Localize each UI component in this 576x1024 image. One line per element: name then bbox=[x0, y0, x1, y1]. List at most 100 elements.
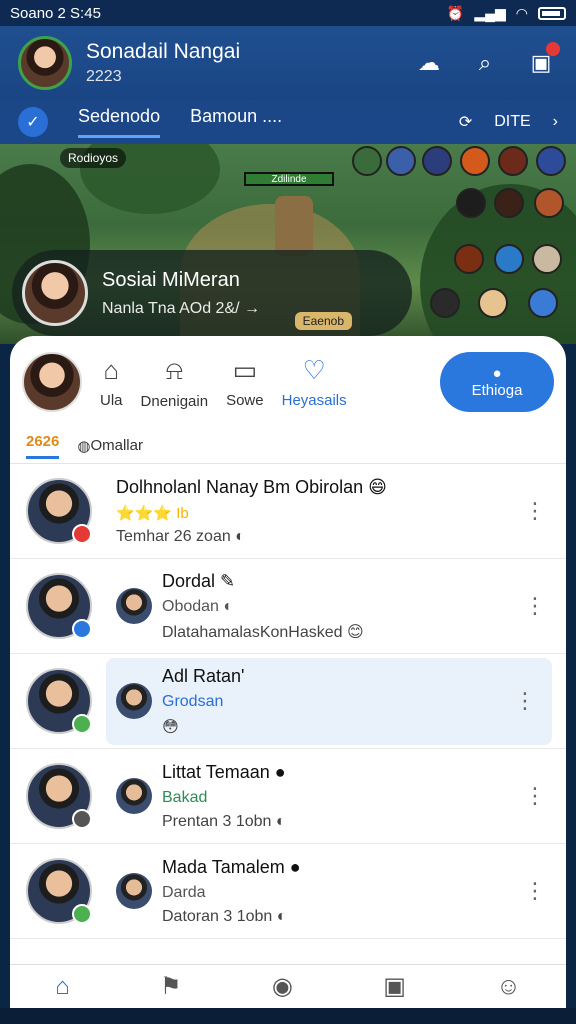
sub-filter-row: 2626 ◍ Omallar bbox=[10, 428, 566, 464]
app-header: Sonadail Nangai 2223 ☁ ⌕ ▣ bbox=[0, 26, 576, 100]
game-skill-icon bbox=[478, 288, 508, 318]
live-streamer-card[interactable]: Sosiai MiMeran Nanla Tna AOd 2&/ → Eaeno… bbox=[12, 250, 412, 336]
list-item[interactable]: Dordal ✎ Obodan ◐ DlatahamalasKonHasked … bbox=[10, 559, 566, 654]
list-item[interactable]: Mada Tamalem ● Darda Datoran 3 1obn ◐ ⋮ bbox=[10, 844, 566, 939]
tab-second[interactable]: Bamoun .... bbox=[190, 106, 282, 138]
panel-avatar[interactable] bbox=[22, 352, 82, 412]
more-options-icon[interactable]: ⋮ bbox=[518, 783, 552, 809]
friends-panel: ⌂ Ula ⍾ Dnenigain ▭ Sowe ♡ Heyasails ● E… bbox=[10, 336, 566, 976]
search-button[interactable]: ⌕ bbox=[468, 46, 502, 80]
stream-tag: Eaenob bbox=[294, 312, 352, 330]
user-icon: ● bbox=[492, 365, 502, 382]
list-item[interactable]: Adl Ratan' Grodsan 😳 ⋮ bbox=[10, 654, 566, 749]
nav-item-messages[interactable]: ▭ Sowe bbox=[226, 355, 264, 409]
friend-avatar bbox=[26, 668, 92, 734]
globe-icon: ◍ bbox=[77, 437, 91, 455]
friend-avatar bbox=[26, 478, 92, 544]
primary-profile-button[interactable]: ● Ethioga bbox=[440, 352, 554, 412]
game-skill-icon bbox=[528, 288, 558, 318]
friend-status: Obodan ◐ bbox=[162, 597, 234, 615]
filter-link[interactable]: Omallar bbox=[90, 437, 143, 454]
list-item[interactable]: Dolhnolanl Nanay Bm Obirolan 😄 ⭐⭐⭐ Ib Te… bbox=[10, 464, 566, 559]
mini-avatar bbox=[116, 683, 152, 719]
friend-name: Mada Tamalem ● bbox=[162, 856, 301, 877]
friend-meta: Prentan 3 1obn ◐ bbox=[162, 812, 286, 830]
home-icon: ⌂ bbox=[103, 355, 120, 385]
list-item[interactable]: Littat Temaan ● Bakad Prentan 3 1obn ◐ ⋮ bbox=[10, 749, 566, 844]
game-stream-preview[interactable]: Rodioyos Zdilinde Sosiai MiMeran Nanla T… bbox=[0, 144, 576, 344]
camera-icon[interactable]: ◉ bbox=[272, 972, 293, 1001]
ghost-icon: ☁ bbox=[418, 50, 440, 75]
nav-item-label: Dnenigain bbox=[140, 392, 209, 410]
friend-meta: Datoran 3 1obn ◐ bbox=[162, 907, 287, 925]
profile-name: Sonadail Nangai bbox=[86, 40, 241, 63]
notification-badge bbox=[546, 42, 560, 56]
streamer-name: Sosiai MiMeran bbox=[102, 268, 240, 291]
friend-name: Adl Ratan' bbox=[162, 665, 245, 686]
chevron-right-icon[interactable]: › bbox=[553, 113, 558, 131]
game-skill-icon bbox=[460, 146, 490, 176]
nav-item-home[interactable]: ⌂ Ula bbox=[100, 355, 123, 409]
friend-name: Dolhnolanl Nanay Bm Obirolan 😄 bbox=[116, 476, 387, 497]
status-bar: Soano 2 S:45 ⏰ ▂▄▆ ◠ bbox=[0, 0, 576, 26]
game-skill-icon bbox=[532, 244, 562, 274]
game-skill-icon bbox=[422, 146, 452, 176]
friend-name: Littat Temaan ● bbox=[162, 761, 286, 782]
nav-item-label: Heyasails bbox=[281, 392, 347, 409]
primary-button-label: Ethioga bbox=[471, 382, 523, 399]
friend-avatar bbox=[26, 858, 92, 924]
flag-icon[interactable]: ⚑ bbox=[160, 972, 182, 1001]
friend-meta: DlatahamalasKonHasked 😊 bbox=[162, 623, 364, 641]
bell-icon: ⍾ bbox=[165, 354, 183, 385]
status-badge bbox=[72, 904, 92, 924]
refresh-icon[interactable]: ⟳ bbox=[459, 112, 472, 132]
tab-first[interactable]: Sedenodo bbox=[78, 106, 161, 138]
more-options-icon[interactable]: ⋮ bbox=[518, 878, 552, 904]
tab-right-label[interactable]: DITE bbox=[494, 113, 530, 131]
search-icon: ⌕ bbox=[478, 50, 492, 75]
friend-avatar bbox=[26, 763, 92, 829]
game-skill-icon bbox=[430, 288, 460, 318]
status-badge bbox=[72, 619, 92, 639]
status-badge bbox=[72, 809, 92, 829]
bottom-nav: ⌂ ⚑ ◉ ▣ ☺ bbox=[10, 964, 566, 1008]
panel-nav: ⌂ Ula ⍾ Dnenigain ▭ Sowe ♡ Heyasails ● E… bbox=[10, 336, 566, 428]
game-skill-icon bbox=[534, 188, 564, 218]
battery-icon bbox=[538, 6, 566, 20]
friend-meta: 😳 bbox=[162, 718, 179, 736]
nav-item-label: Sowe bbox=[226, 392, 264, 409]
nav-item-notifications[interactable]: ⍾ Dnenigain bbox=[141, 355, 209, 410]
more-options-icon[interactable]: ⋮ bbox=[518, 593, 552, 619]
game-skill-icon bbox=[456, 188, 486, 218]
friend-meta: Temhar 26 zoan ◐ bbox=[116, 527, 245, 545]
photo-icon[interactable]: ▣ bbox=[383, 972, 406, 1001]
streamer-avatar bbox=[22, 260, 88, 326]
friend-count[interactable]: 2626 bbox=[26, 433, 60, 459]
more-options-icon[interactable]: ⋮ bbox=[508, 688, 542, 714]
friend-status: Bakad bbox=[162, 788, 208, 806]
status-badge bbox=[72, 714, 92, 734]
avatar[interactable] bbox=[18, 36, 72, 90]
nav-item-favorites[interactable]: ♡ Heyasails bbox=[282, 355, 347, 409]
friend-status: Darda bbox=[162, 883, 206, 901]
wifi-icon: ◠ bbox=[515, 4, 528, 21]
game-skill-icon bbox=[536, 146, 566, 176]
game-character bbox=[275, 196, 313, 256]
profile-icon[interactable]: ☺ bbox=[496, 973, 521, 1001]
check-icon[interactable]: ✓ bbox=[18, 107, 48, 137]
mini-avatar bbox=[116, 778, 152, 814]
signal-icon: ▂▄▆ bbox=[474, 4, 506, 21]
game-skill-icon bbox=[386, 146, 416, 176]
game-hud-label: Rodioyos bbox=[60, 148, 127, 168]
message-icon: ▭ bbox=[232, 355, 258, 385]
mini-avatar bbox=[116, 873, 152, 909]
heart-icon: ♡ bbox=[302, 355, 326, 385]
status-time: Soano 2 S:45 bbox=[10, 4, 101, 22]
friend-rating: ⭐⭐⭐ Ib bbox=[116, 504, 189, 522]
home-icon[interactable]: ⌂ bbox=[55, 973, 70, 1001]
ghost-button[interactable]: ☁ bbox=[412, 46, 446, 80]
game-skill-icon bbox=[352, 146, 382, 176]
friend-status: Grodsan bbox=[162, 692, 224, 710]
more-options-icon[interactable]: ⋮ bbox=[518, 498, 552, 524]
notifications-button[interactable]: ▣ bbox=[524, 42, 560, 80]
